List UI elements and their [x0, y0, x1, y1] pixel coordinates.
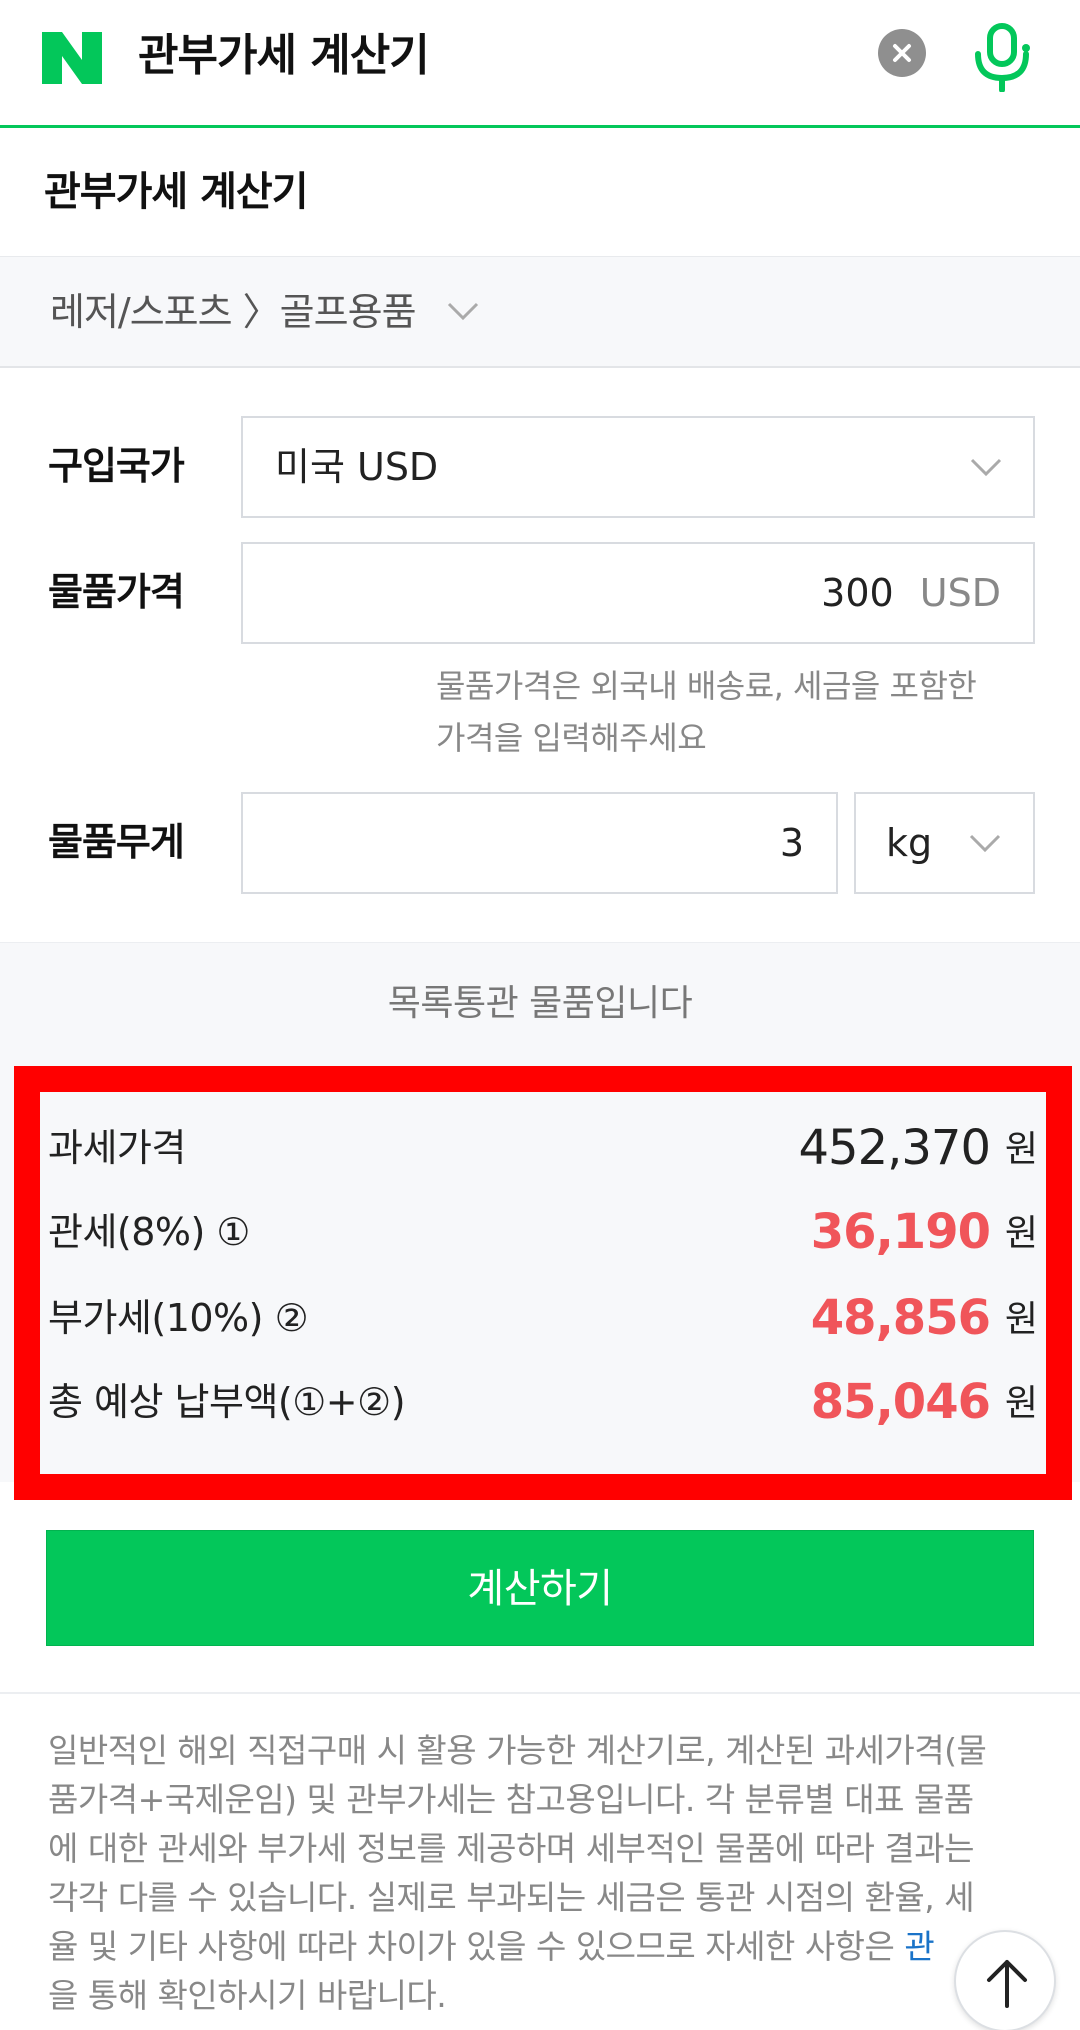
naver-logo[interactable] [40, 32, 104, 84]
customs-notice: 목록통관 물품입니다 [387, 983, 693, 1024]
page-title: 관부가세 계산기 [44, 169, 309, 215]
country-label: 구입국가 [48, 444, 185, 488]
scroll-to-top-button[interactable] [954, 1930, 1056, 2030]
category-path[interactable]: 레저/스포츠 〉골프용품 [50, 287, 417, 337]
price-unit: USD [919, 571, 1001, 615]
weight-label: 물품무게 [48, 820, 185, 864]
price-value[interactable]: 300 [821, 571, 894, 615]
disclaimer-text: 일반적인 해외 직접구매 시 활용 가능한 계산기로, 계산된 과세가격(물 품… [48, 1726, 1038, 2020]
search-header: 관부가세 계산기 [0, 0, 1080, 128]
weight-input[interactable]: 3 [241, 792, 838, 894]
price-hint-line: 가격을 입력해주세요 [436, 719, 707, 757]
chevron-down-icon [970, 458, 1002, 477]
divider [0, 1692, 1080, 1694]
arrow-up-icon [987, 1960, 1027, 2008]
customs-link[interactable]: 관 [904, 1927, 934, 1966]
chevron-down-icon [969, 834, 1001, 853]
disclaimer-line: 에 대한 관세와 부가세 정보를 제공하며 세부적인 물품에 따라 결과는 [48, 1829, 975, 1868]
chevron-down-icon[interactable] [446, 299, 480, 323]
calculate-button[interactable]: 계산하기 [46, 1530, 1034, 1646]
price-hint-line: 물품가격은 외국내 배송료, 세금을 포함한 [436, 667, 977, 705]
country-select[interactable]: 미국 USD [241, 416, 1035, 518]
search-query-text[interactable]: 관부가세 계산기 [138, 28, 430, 84]
price-hint: 물품가격은 외국내 배송료, 세금을 포함한 가격을 입력해주세요 [436, 660, 977, 764]
highlight-annotation-box [14, 1066, 1072, 1500]
microphone-icon[interactable] [970, 22, 1034, 92]
disclaimer-line: 일반적인 해외 직접구매 시 활용 가능한 계산기로, 계산된 과세가격(물 [48, 1731, 987, 1770]
price-label: 물품가격 [48, 570, 185, 614]
price-input[interactable]: 300 USD [241, 542, 1035, 644]
disclaimer-line: 을 통해 확인하시기 바랍니다. [48, 1976, 447, 2015]
weight-unit: kg [886, 821, 933, 865]
weight-value[interactable]: 3 [780, 819, 804, 867]
disclaimer-line-text: 율 및 기타 사항에 따라 차이가 있을 수 있으므로 자세한 사항은 [48, 1927, 905, 1966]
disclaimer-line: 각각 다를 수 있습니다. 실제로 부과되는 세금은 통관 시점의 환율, 세 [48, 1878, 975, 1917]
weight-unit-select[interactable]: kg [854, 792, 1035, 894]
close-icon[interactable] [878, 29, 926, 77]
disclaimer-line: 율 및 기타 사항에 따라 차이가 있을 수 있으므로 자세한 사항은 관 [48, 1922, 1038, 1971]
country-value: 미국 USD [275, 445, 439, 489]
disclaimer-line: 품가격+국제운임) 및 관부가세는 참고용입니다. 각 분류별 대표 물품 [48, 1780, 974, 1819]
category-selector[interactable]: 레저/스포츠 〉골프용품 [0, 256, 1080, 368]
